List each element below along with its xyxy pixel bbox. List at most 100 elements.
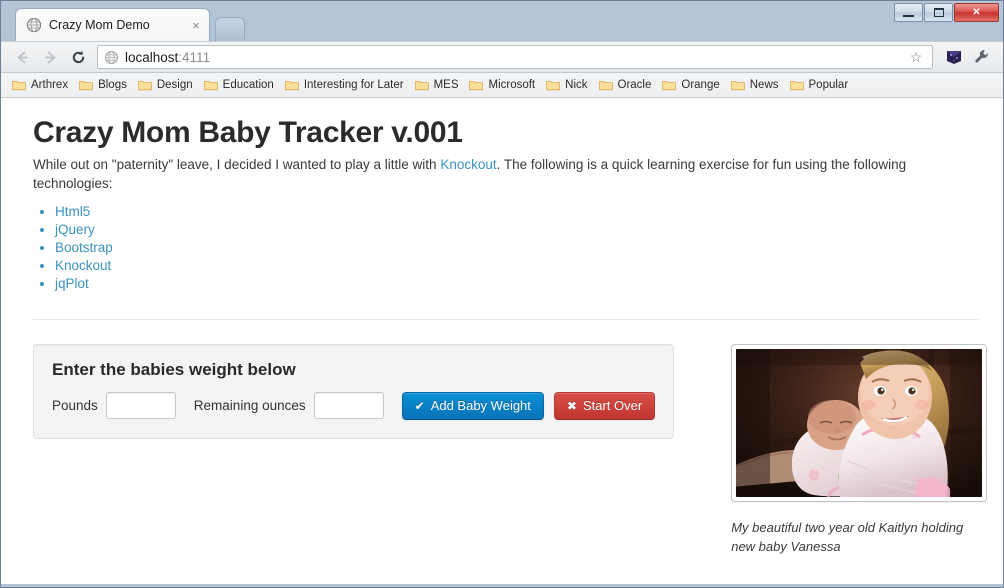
tab-strip: Crazy Mom Demo × ✕ [1, 1, 1003, 41]
page-globe-icon [104, 50, 119, 65]
folder-icon [79, 79, 93, 91]
window-close-button[interactable]: ✕ [954, 3, 999, 22]
tech-link-knockout[interactable]: Knockout [55, 258, 111, 273]
bookmark-label: Blogs [98, 79, 127, 91]
bookmark-popular[interactable]: Popular [785, 77, 855, 93]
tab-title: Crazy Mom Demo [49, 18, 150, 32]
bookmark-label: Nick [565, 79, 588, 91]
forward-button[interactable] [37, 45, 63, 69]
url-host: localhost [125, 49, 179, 65]
main-columns: Enter the babies weight below Pounds Rem… [33, 343, 988, 556]
bookmark-nick[interactable]: Nick [541, 77, 593, 93]
bookmark-blogs[interactable]: Blogs [74, 77, 133, 93]
folder-icon [662, 79, 677, 91]
folder-icon [546, 79, 560, 91]
page-lead-paragraph: While out on "paternity" leave, I decide… [33, 155, 979, 194]
photo-thumbnail-frame [731, 343, 988, 502]
tech-link-html5[interactable]: Html5 [55, 204, 90, 219]
start-over-button[interactable]: ✖ Start Over [553, 391, 656, 420]
folder-icon [598, 79, 613, 91]
tab-close-icon[interactable]: × [189, 19, 203, 32]
bookmark-label: Arthrex [31, 79, 69, 91]
bookmark-label: Orange [681, 79, 720, 91]
bookmark-star-icon[interactable]: ☆ [906, 49, 926, 66]
start-over-label: Start Over [582, 398, 643, 414]
maximize-icon [933, 8, 944, 17]
address-bar[interactable]: localhost:4111 ☆ [97, 45, 933, 69]
bookmark-mes[interactable]: MES [410, 77, 465, 93]
bookmark-label: Microsoft [488, 79, 536, 91]
bookmark-news[interactable]: News [726, 77, 785, 93]
add-baby-weight-label: Add Baby Weight [430, 398, 531, 414]
list-item: jQuery [55, 221, 979, 239]
list-item: Knockout [55, 257, 979, 275]
folder-icon [414, 79, 429, 91]
browser-tab-crazy-mom-demo[interactable]: Crazy Mom Demo × [15, 8, 210, 41]
reload-icon [72, 50, 84, 63]
arrow-left-icon [17, 51, 28, 63]
folder-icon [203, 79, 218, 91]
tech-link-bootstrap[interactable]: Bootstrap [55, 240, 113, 255]
browser-toolbar: localhost:4111 ☆ [1, 41, 1003, 73]
window-maximize-button[interactable] [924, 3, 953, 22]
folder-icon [285, 79, 299, 91]
page-title: Crazy Mom Baby Tracker v.001 [33, 116, 463, 149]
folder-icon [789, 79, 804, 91]
url-text: localhost:4111 [125, 50, 210, 65]
folder-icon [12, 79, 26, 91]
bookmark-microsoft[interactable]: Microsoft [464, 77, 541, 93]
bookmark-label: Popular [808, 79, 849, 91]
folder-icon [138, 79, 152, 91]
section-divider [33, 318, 979, 320]
back-button[interactable] [9, 45, 35, 69]
ounces-label: Remaining ounces [193, 398, 306, 414]
weight-entry-panel: Enter the babies weight below Pounds Rem… [33, 343, 675, 439]
cross-icon: ✖ [566, 398, 577, 413]
bookmark-label: Design [156, 79, 193, 91]
bookmark-label: MES [433, 79, 459, 91]
reload-button[interactable] [65, 45, 91, 69]
list-item: Html5 [55, 203, 979, 221]
tab-favicon-globe-icon [26, 17, 42, 33]
technology-list: Html5 jQuery Bootstrap Knockout jqPlot [33, 203, 979, 293]
window-controls: ✕ [894, 3, 999, 22]
bookmark-design[interactable]: Design [133, 77, 199, 93]
minimize-icon [903, 14, 914, 17]
url-port: :4111 [178, 49, 211, 65]
bookmark-label: Education [222, 79, 274, 91]
new-tab-button[interactable] [215, 17, 245, 41]
bookmark-education[interactable]: Education [199, 77, 280, 93]
window-minimize-button[interactable] [894, 3, 923, 22]
photo-column: My beautiful two year old Kaitlyn holdin… [731, 343, 988, 556]
folder-icon [730, 79, 745, 91]
tech-link-jqplot[interactable]: jqPlot [55, 276, 89, 291]
bookmark-interesting-for-later[interactable]: Interesting for Later [280, 77, 410, 93]
weight-form-row: Pounds Remaining ounces ✔ Add Baby Weigh… [52, 391, 656, 420]
bookmarks-bar: Arthrex Blogs Design Education Interesti [1, 73, 1003, 98]
bookmark-orange[interactable]: Orange [657, 77, 725, 93]
page-viewport: Crazy Mom Baby Tracker v.001 While out o… [1, 98, 1003, 587]
extension-icon[interactable] [941, 45, 967, 69]
bookmark-arthrex[interactable]: Arthrex [7, 77, 74, 93]
bookmark-label: Interesting for Later [303, 79, 404, 91]
baby-photo [736, 348, 983, 497]
tech-link-jquery[interactable]: jQuery [55, 222, 95, 237]
bookmark-label: Oracle [617, 79, 652, 91]
bookmark-oracle[interactable]: Oracle [594, 77, 658, 93]
photo-caption: My beautiful two year old Kaitlyn holdin… [731, 519, 964, 554]
pounds-label: Pounds [52, 398, 98, 414]
add-baby-weight-button[interactable]: ✔ Add Baby Weight [401, 391, 544, 420]
bookmark-label: News [749, 79, 779, 91]
check-icon: ✔ [414, 398, 425, 413]
weight-form-heading: Enter the babies weight below [52, 359, 296, 379]
pounds-input[interactable] [105, 392, 176, 420]
folder-icon [469, 79, 484, 91]
browser-window: Crazy Mom Demo × ✕ localhost:4111 ☆ Arth… [0, 0, 1004, 588]
arrow-right-icon [44, 51, 55, 63]
wrench-menu-icon[interactable] [969, 45, 995, 69]
list-item: Bootstrap [55, 239, 979, 257]
knockout-link[interactable]: Knockout [440, 157, 496, 172]
remaining-ounces-input[interactable] [313, 392, 384, 420]
lead-text-before: While out on "paternity" leave, I decide… [33, 156, 441, 172]
list-item: jqPlot [55, 275, 979, 293]
